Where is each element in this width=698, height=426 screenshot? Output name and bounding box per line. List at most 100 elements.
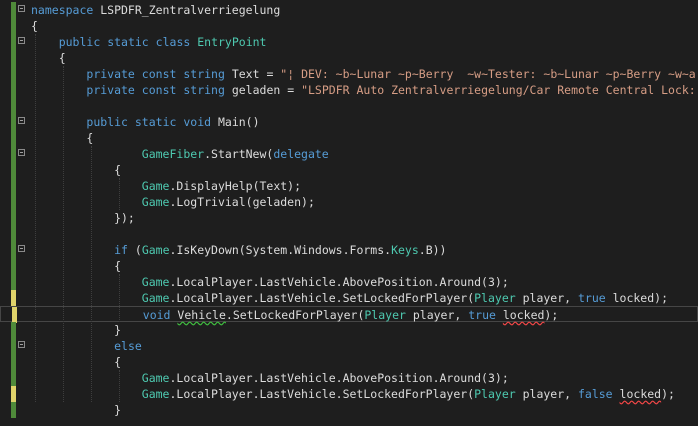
code-line[interactable]: public static class EntryPoint	[0, 34, 698, 50]
code-token: {	[31, 259, 122, 273]
code-token: public	[58, 35, 101, 49]
unsaved-change-marker	[11, 386, 16, 402]
code-line[interactable]: Game.LocalPlayer.LastVehicle.AbovePositi…	[0, 274, 698, 290]
code-token: );	[661, 387, 675, 401]
collapse-icon[interactable]	[18, 341, 25, 348]
code-token: {	[31, 19, 38, 33]
saved-change-marker	[11, 402, 16, 418]
indent-guide	[119, 274, 120, 322]
code-line[interactable]: Game.LocalPlayer.LastVehicle.SetLockedFo…	[0, 290, 698, 306]
code-token: void	[142, 308, 171, 322]
code-token: private	[86, 67, 135, 81]
code-line[interactable]: namespace LSPDFR_Zentralverriegelung	[0, 2, 698, 18]
code-text: {	[31, 18, 38, 34]
code-text: {	[31, 258, 121, 274]
collapse-icon[interactable]	[18, 149, 25, 156]
code-text: GameFiber.StartNew(delegate	[31, 146, 329, 162]
saved-change-marker	[11, 338, 16, 354]
code-token: .LogTrivial(geladen);	[169, 195, 315, 209]
code-token: Vehicle	[177, 308, 226, 322]
code-token: player,	[515, 291, 578, 305]
collapse-icon[interactable]	[18, 245, 25, 252]
saved-change-marker	[11, 370, 16, 386]
code-token: const	[141, 67, 177, 81]
code-line[interactable]: Game.DisplayHelp(Text);	[0, 178, 698, 194]
code-token: Game	[141, 291, 170, 305]
code-line[interactable]: void Vehicle.SetLockedForPlayer(Player p…	[0, 306, 698, 323]
code-line[interactable]: Game.LocalPlayer.LastVehicle.SetLockedFo…	[0, 386, 698, 402]
code-token: true	[577, 291, 606, 305]
code-token: const	[141, 83, 177, 97]
collapse-icon[interactable]	[18, 5, 25, 12]
code-token: Game	[141, 275, 170, 289]
collapse-icon[interactable]	[18, 117, 25, 124]
code-line[interactable]: {	[0, 354, 698, 370]
code-text: Game.LocalPlayer.LastVehicle.SetLockedFo…	[31, 386, 675, 402]
code-token: locked	[619, 387, 662, 401]
saved-change-marker	[11, 226, 16, 242]
code-line[interactable]	[0, 98, 698, 114]
indent-guide	[91, 146, 92, 402]
saved-change-marker	[11, 194, 16, 210]
code-line[interactable]: {	[0, 162, 698, 178]
code-token: {	[31, 163, 122, 177]
code-line[interactable]	[0, 226, 698, 242]
saved-change-marker	[11, 258, 16, 274]
code-text: private const string geladen = "LSPDFR A…	[31, 82, 696, 98]
collapse-icon[interactable]	[18, 37, 25, 44]
code-text: public static class EntryPoint	[31, 34, 267, 50]
code-line[interactable]: {	[0, 18, 698, 34]
code-line[interactable]: {	[0, 50, 698, 66]
code-line[interactable]: });	[0, 210, 698, 226]
code-line[interactable]: else	[0, 338, 698, 354]
code-token: );	[544, 308, 559, 322]
code-token: false	[577, 387, 613, 401]
code-text: });	[31, 210, 135, 226]
code-line[interactable]: {	[0, 130, 698, 146]
code-token: class	[155, 35, 191, 49]
code-token: (	[127, 243, 142, 257]
code-line[interactable]: private const string Text = "¦ DEV: ~b~L…	[0, 66, 698, 82]
code-line[interactable]: private const string geladen = "LSPDFR A…	[0, 82, 698, 98]
code-token: player,	[405, 308, 469, 322]
saved-change-marker	[11, 178, 16, 194]
code-token: locked);	[605, 291, 668, 305]
code-token: Game	[141, 179, 170, 193]
code-token: }	[31, 323, 122, 337]
code-token: Game	[141, 387, 170, 401]
code-token: geladen =	[224, 83, 302, 97]
code-line[interactable]: Game.LocalPlayer.LastVehicle.AbovePositi…	[0, 370, 698, 386]
code-line[interactable]: Game.LogTrivial(geladen);	[0, 194, 698, 210]
code-line[interactable]: {	[0, 258, 698, 274]
code-editor[interactable]: namespace LSPDFR_Zentralverriegelung{ pu…	[0, 0, 698, 426]
code-text: Game.DisplayHelp(Text);	[31, 178, 301, 194]
code-line[interactable]: if (Game.IsKeyDown(System.Windows.Forms.…	[0, 242, 698, 258]
code-line[interactable]: GameFiber.StartNew(delegate	[0, 146, 698, 162]
saved-change-marker	[11, 274, 16, 290]
code-token: static	[107, 35, 149, 49]
code-token: .LocalPlayer.LastVehicle.SetLockedForPla…	[169, 291, 475, 305]
indent-guide	[35, 34, 36, 402]
code-line[interactable]: public static void Main()	[0, 114, 698, 130]
code-line[interactable]: }	[0, 402, 698, 418]
code-token: locked	[502, 308, 545, 322]
code-token: EntryPoint	[197, 35, 267, 49]
indent-guide	[119, 370, 120, 402]
code-line[interactable]: }	[0, 322, 698, 338]
code-token: "LSPDFR Auto Zentralverriegelung/Car Rem…	[301, 83, 696, 97]
code-text: Game.LogTrivial(geladen);	[31, 194, 315, 210]
saved-change-marker	[11, 50, 16, 66]
saved-change-marker	[11, 322, 16, 338]
code-token: });	[31, 211, 135, 225]
code-text: public static void Main()	[31, 114, 259, 130]
unsaved-change-marker	[12, 307, 17, 323]
code-text: Game.LocalPlayer.LastVehicle.AbovePositi…	[31, 274, 509, 290]
